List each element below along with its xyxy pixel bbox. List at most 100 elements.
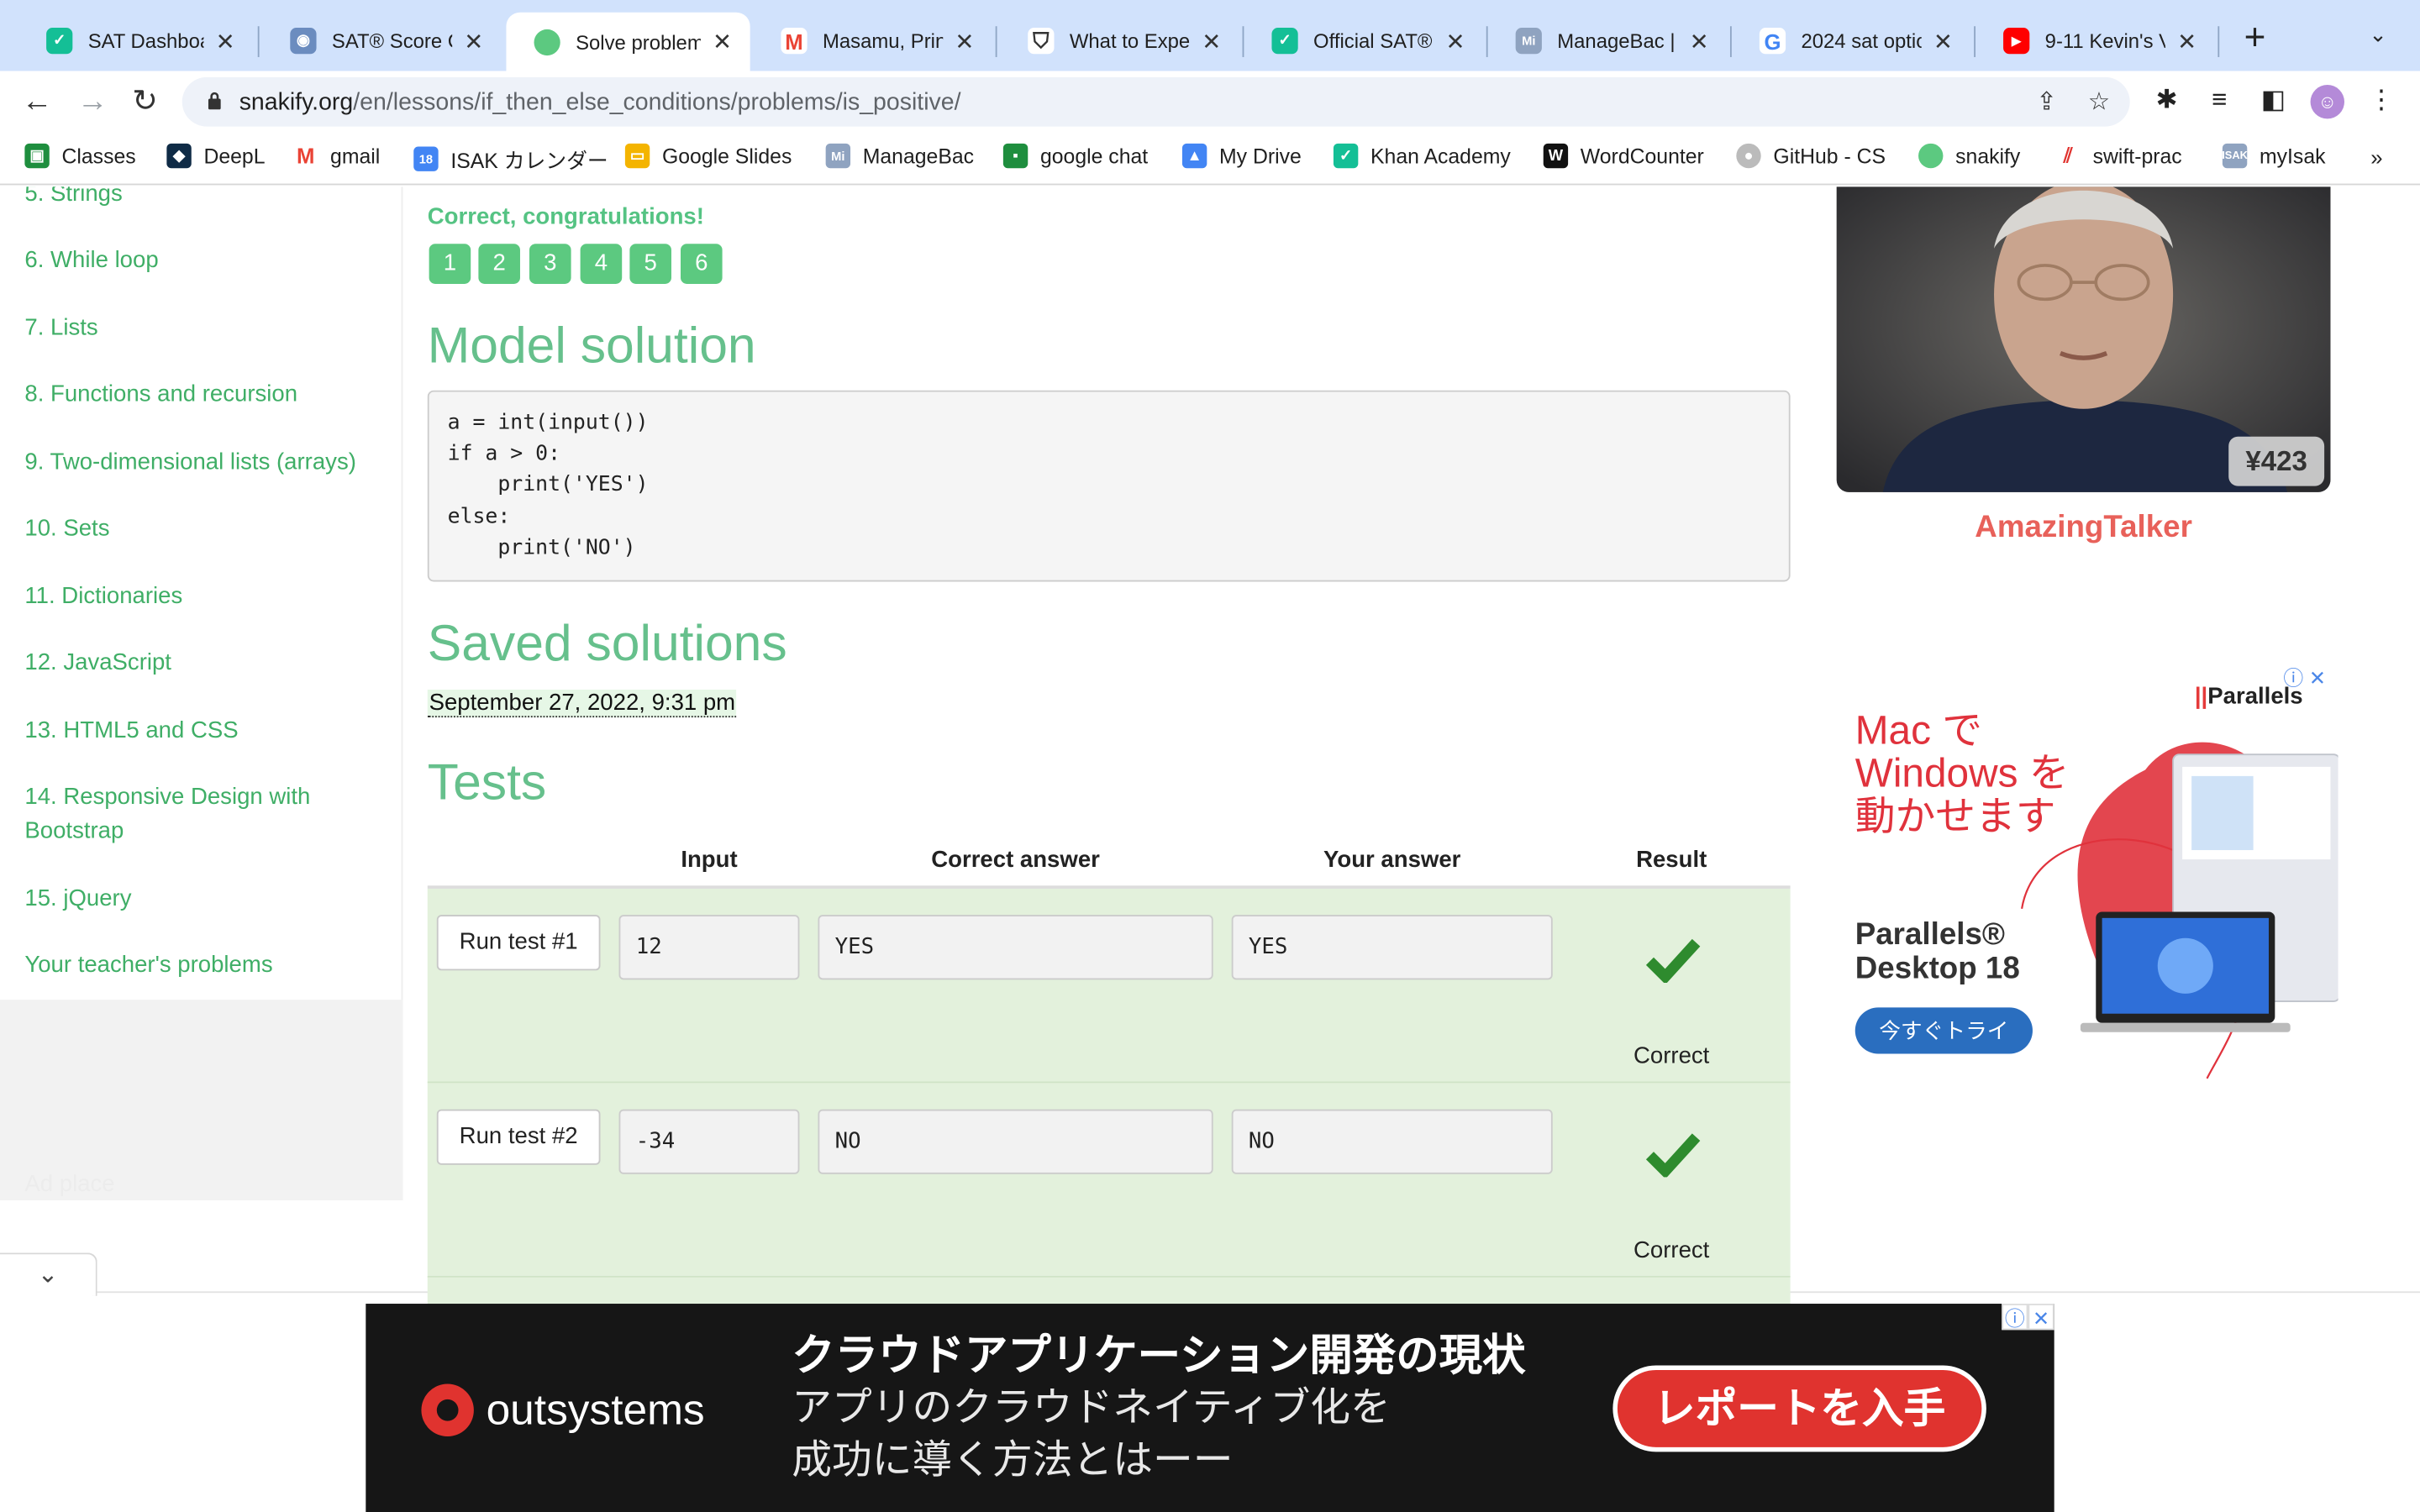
sidebar-item-bootstrap[interactable]: 14. Responsive Design with Bootstrap bbox=[24, 780, 349, 848]
share-icon[interactable]: ⇪ bbox=[2031, 87, 2062, 118]
attempt-badge-6[interactable]: 6 bbox=[680, 244, 723, 284]
attempt-badge-3[interactable]: 3 bbox=[529, 244, 571, 284]
tab-divider bbox=[257, 26, 260, 57]
bookmark-deepl[interactable]: ◆ DeepL bbox=[166, 143, 266, 169]
bookmark-wordcounter[interactable]: W WordCounter bbox=[1543, 143, 1704, 169]
sidebar-item-javascript[interactable]: 12. JavaScript bbox=[24, 647, 379, 680]
star-icon[interactable]: ☆ bbox=[2084, 87, 2115, 118]
close-icon[interactable]: ✕ bbox=[213, 27, 237, 55]
test-2-correct-answer-field[interactable]: NO bbox=[818, 1109, 1213, 1174]
bookmark-google-slides[interactable]: ▭ Google Slides bbox=[624, 143, 792, 169]
tab-title: Solve problem bbox=[576, 29, 701, 54]
tab-official-sat[interactable]: ✓ Official SAT® P ✕ bbox=[1244, 14, 1483, 68]
model-solution-code: a = int(input()) if a > 0: print('YES') … bbox=[447, 410, 649, 560]
bookmark-isak-calendar[interactable]: 18 ISAK カレンダー bbox=[413, 144, 608, 175]
slides-icon: ▭ bbox=[624, 143, 650, 169]
sidebar-item-while-loop[interactable]: 6. While loop bbox=[24, 244, 379, 277]
bookmark-label: DeepL bbox=[203, 144, 266, 168]
sidebar-item-strings[interactable]: 5. Strings bbox=[24, 186, 379, 211]
test-2-your-answer-field[interactable]: NO bbox=[1231, 1109, 1553, 1174]
tab-youtube[interactable]: ▶ 9-11 Kevin's V ✕ bbox=[1975, 14, 2215, 68]
tab-sat-dashboard[interactable]: ✓ SAT Dashboard ✕ bbox=[18, 14, 253, 68]
test-1-correct-answer-field[interactable]: YES bbox=[818, 915, 1213, 980]
tab-strip: ✓ SAT Dashboard ✕ ◉ SAT® Score Ca ✕ Solv… bbox=[0, 0, 2420, 71]
bookmark-google-chat[interactable]: ▪ google chat bbox=[1002, 143, 1148, 169]
saved-solution-link[interactable]: September 27, 2022, 9:31 pm bbox=[427, 690, 737, 718]
tab-managebac[interactable]: Mi ManageBac | M ✕ bbox=[1488, 14, 1728, 68]
bookmark-label: gmail bbox=[330, 144, 381, 168]
tutor-video-thumbnail[interactable]: ¥423 bbox=[1836, 186, 2331, 492]
sidebar-item-functions[interactable]: 8. Functions and recursion bbox=[24, 378, 379, 412]
media-queue-icon[interactable]: ≡ bbox=[2202, 85, 2236, 118]
attempt-badge-2[interactable]: 2 bbox=[478, 244, 520, 284]
chevron-down-icon[interactable]: ⌄ bbox=[0, 1252, 97, 1296]
profile-avatar-icon[interactable]: ☺ bbox=[2310, 85, 2344, 119]
managebac-icon: Mi bbox=[825, 143, 851, 169]
tab-what-to-expect[interactable]: ⛉ What to Expec ✕ bbox=[1000, 14, 1239, 68]
bookmark-managebac[interactable]: Mi ManageBac bbox=[825, 143, 975, 169]
side-panel-icon[interactable]: ◧ bbox=[2256, 85, 2290, 118]
sidebar-item-jquery[interactable]: 15. jQuery bbox=[24, 883, 379, 916]
ad-info-close-icon[interactable]: ⓘ ✕ bbox=[2002, 1304, 2054, 1331]
attempt-badge-1[interactable]: 1 bbox=[429, 244, 471, 284]
khan-academy-icon: ✓ bbox=[1271, 28, 1298, 55]
bookmark-khan-academy[interactable]: ✓ Khan Academy bbox=[1333, 143, 1511, 169]
test-1-input-field[interactable]: 12 bbox=[618, 915, 800, 980]
bookmark-snakify[interactable]: snakify bbox=[1918, 143, 2020, 169]
sidebar-item-lists[interactable]: 7. Lists bbox=[24, 312, 379, 345]
parallels-ad[interactable]: ⓘ ✕ ||Parallels Mac で Windows を動かせます Par… bbox=[1836, 661, 2338, 1085]
close-icon[interactable]: ✕ bbox=[2175, 27, 2199, 55]
tab-gmail[interactable]: M Masamu, Print ✕ bbox=[753, 14, 992, 68]
run-test-1-button[interactable]: Run test #1 bbox=[436, 915, 601, 971]
sidebar-item-teacher-problems[interactable]: Your teacher's problems bbox=[24, 949, 379, 983]
bookmark-gmail[interactable]: Mgmail bbox=[292, 143, 381, 169]
parallels-logo: ||Parallels bbox=[2194, 683, 2303, 710]
bookmark-swift-prac[interactable]: ⫽ swift-prac bbox=[2055, 143, 2182, 169]
sidebar-item-dictionaries[interactable]: 11. Dictionaries bbox=[24, 580, 379, 614]
forward-arrow-icon[interactable]: → bbox=[74, 83, 111, 120]
close-icon[interactable]: ✕ bbox=[1931, 27, 1955, 55]
column-header-your-answer: Your answer bbox=[1323, 847, 1461, 874]
close-icon[interactable]: ✕ bbox=[1687, 27, 1712, 55]
test-1-result: Correct bbox=[1634, 1042, 1710, 1069]
attempt-badge-4[interactable]: 4 bbox=[580, 244, 623, 284]
tab-sat-options[interactable]: G 2024 sat optio ✕ bbox=[1732, 14, 1971, 68]
close-icon[interactable]: ✕ bbox=[710, 28, 734, 55]
bookmark-label: ISAK カレンダー bbox=[450, 150, 608, 173]
tab-title: What to Expec bbox=[1069, 29, 1191, 53]
sidebar-item-sets[interactable]: 10. Sets bbox=[24, 512, 379, 546]
extensions-puzzle-icon[interactable]: ✱ bbox=[2150, 85, 2184, 118]
run-test-2-button[interactable]: Run test #2 bbox=[436, 1109, 601, 1165]
tab-title: SAT® Score Ca bbox=[331, 29, 452, 53]
sidebar-item-html-css[interactable]: 13. HTML5 and CSS bbox=[24, 714, 379, 748]
test-1-your-answer-field[interactable]: YES bbox=[1231, 915, 1553, 980]
close-icon[interactable]: ✕ bbox=[1443, 27, 1467, 55]
close-icon[interactable]: ✕ bbox=[461, 27, 486, 55]
sidebar-item-2d-lists[interactable]: 9. Two-dimensional lists (arrays) bbox=[24, 446, 379, 480]
close-icon[interactable]: ✕ bbox=[952, 27, 976, 55]
tab-title: 9-11 Kevin's V bbox=[2044, 29, 2165, 53]
parallels-product-name: Parallels® Desktop 18 bbox=[1854, 917, 2020, 986]
close-icon[interactable]: ✕ bbox=[1199, 27, 1223, 55]
amazingtalker-logo[interactable]: AmazingTalker bbox=[1837, 511, 2331, 546]
bookmark-my-drive[interactable]: ▲ My Drive bbox=[1181, 143, 1302, 169]
bookmark-classes[interactable]: ▣ Classes bbox=[24, 143, 136, 169]
bookmark-github-cs[interactable]: ● GitHub - CS bbox=[1736, 143, 1886, 169]
bookmark-label: ManageBac bbox=[862, 144, 975, 168]
bookmarks-overflow-icon[interactable]: » bbox=[2370, 145, 2382, 170]
back-arrow-icon[interactable]: ← bbox=[18, 83, 55, 120]
reload-icon[interactable]: ↻ bbox=[127, 83, 164, 120]
tab-search-chevron-icon[interactable]: ⌄ bbox=[2369, 22, 2387, 48]
snakify-icon bbox=[1918, 143, 1944, 169]
address-bar[interactable]: snakify.org/en/lessons/if_then_else_cond… bbox=[182, 76, 2130, 127]
test-2-input-field[interactable]: -34 bbox=[618, 1109, 800, 1174]
bookmark-myisak[interactable]: ISAK myIsak bbox=[2222, 143, 2326, 169]
new-tab-button[interactable]: + bbox=[2238, 19, 2271, 60]
get-report-button[interactable]: レポートを入手 bbox=[1612, 1365, 1986, 1452]
parallels-try-now-button[interactable]: 今すぐトライ bbox=[1854, 1007, 2033, 1054]
tab-solve-problem[interactable]: Solve problem ✕ bbox=[506, 12, 750, 71]
outsystems-banner-ad[interactable]: ⓘ ✕ outsystems クラウドアプリケーション開発の現状 アプリのクラウド… bbox=[366, 1304, 2054, 1512]
attempt-badge-5[interactable]: 5 bbox=[629, 244, 671, 284]
more-menu-icon[interactable]: ⋮ bbox=[2365, 85, 2398, 118]
tab-sat-score[interactable]: ◉ SAT® Score Ca ✕ bbox=[262, 14, 502, 68]
